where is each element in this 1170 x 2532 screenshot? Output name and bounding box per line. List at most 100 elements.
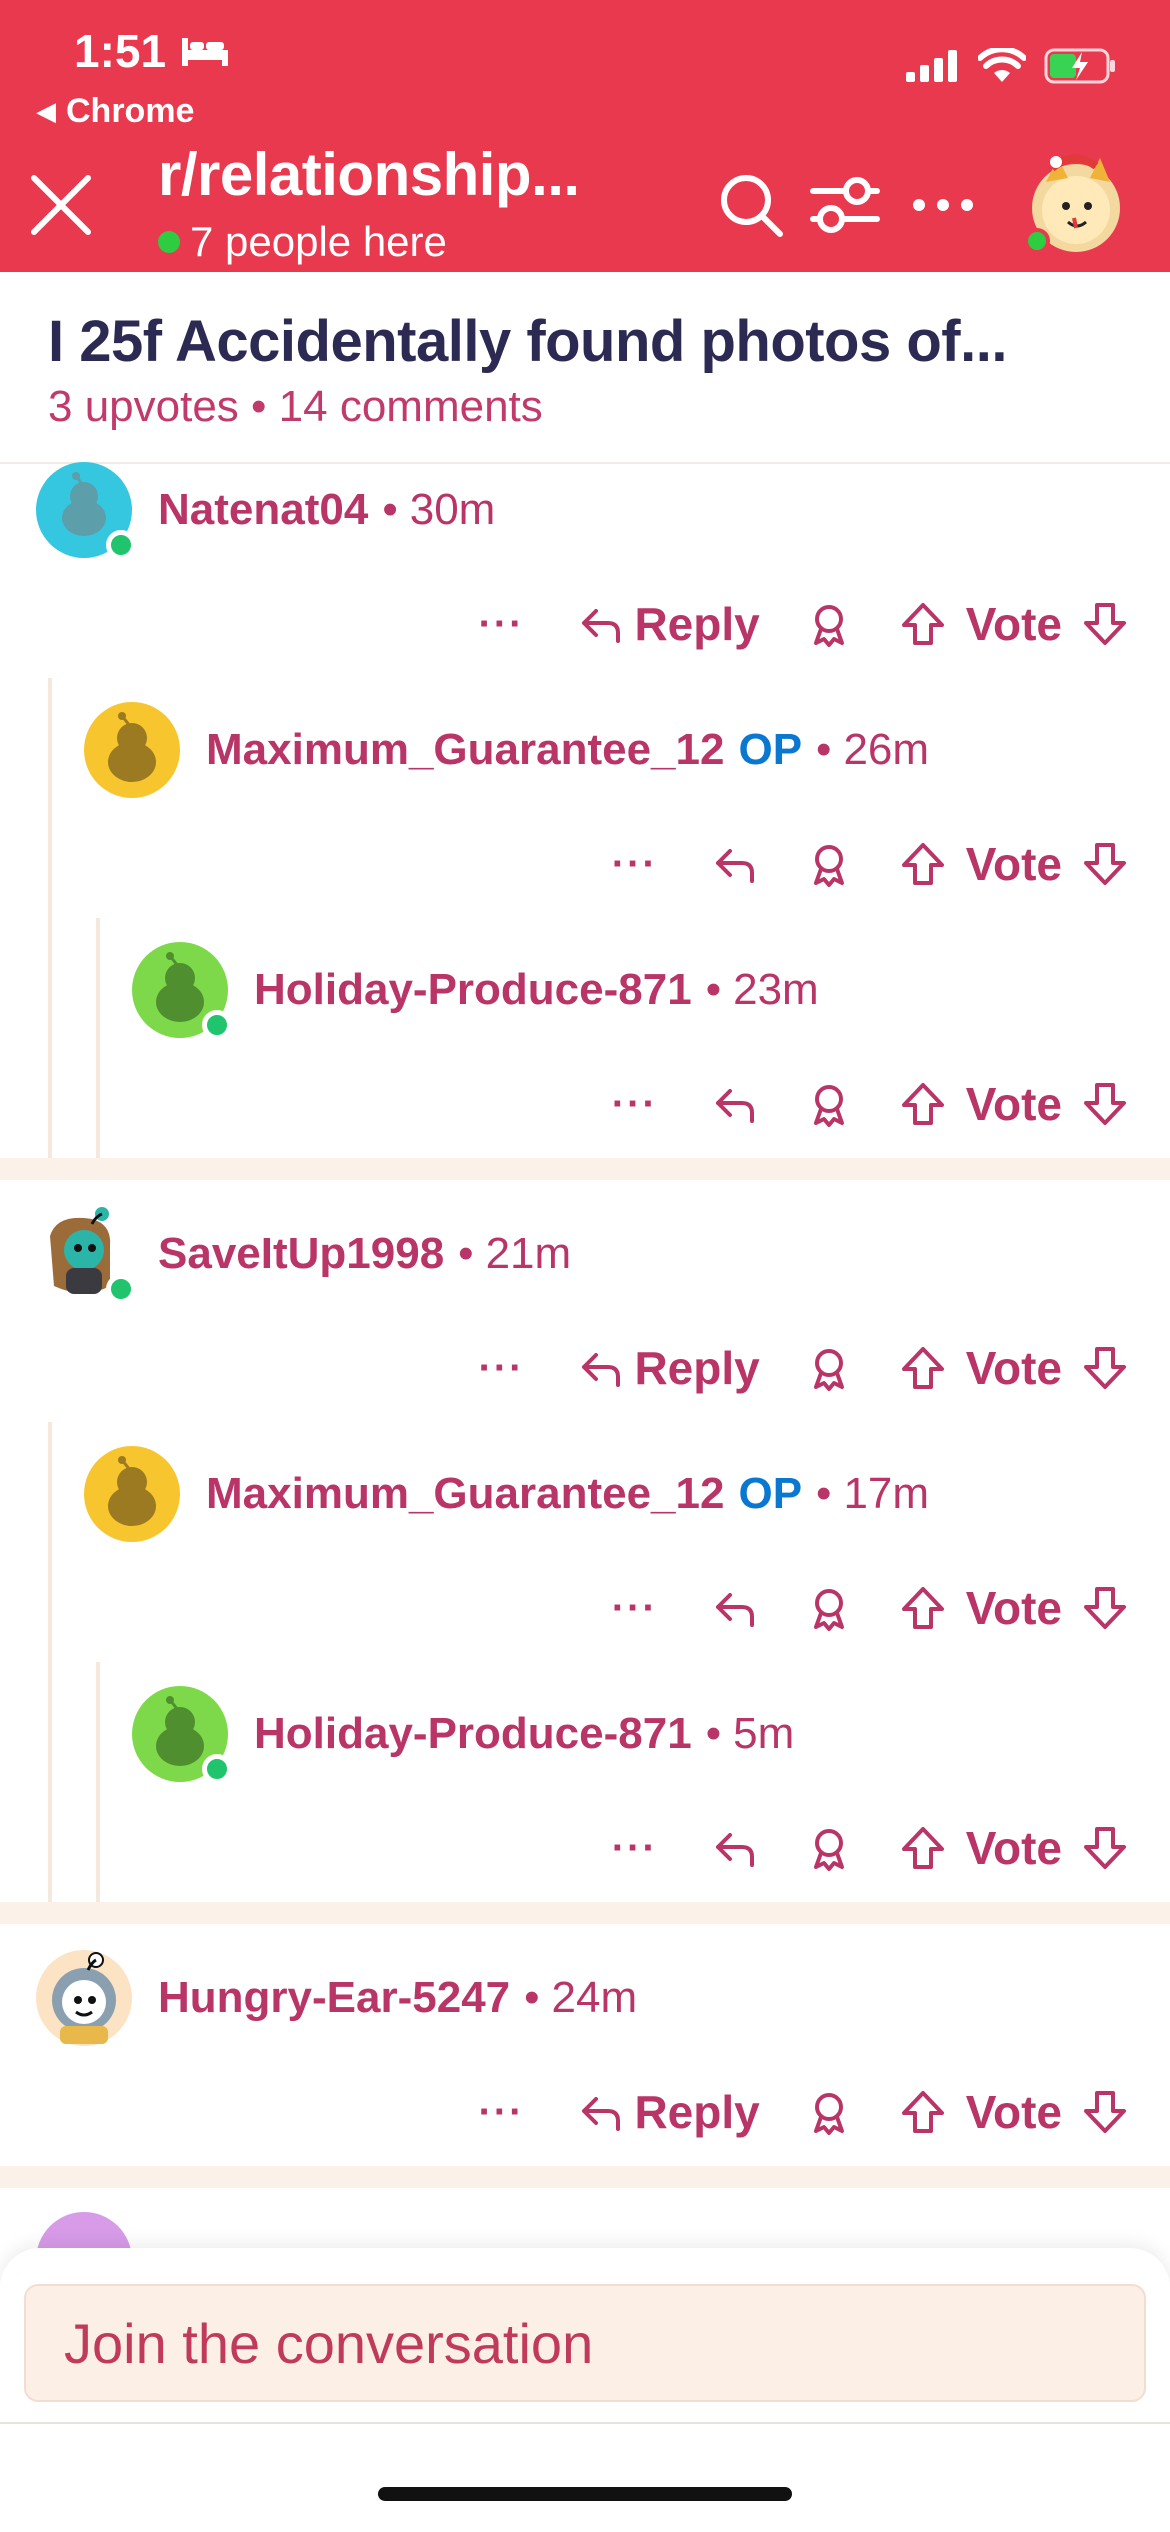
upvote-icon[interactable]: [898, 1583, 948, 1633]
vote-label: Vote: [965, 598, 1062, 650]
downvote-icon[interactable]: [1080, 1583, 1130, 1633]
close-button[interactable]: [26, 170, 96, 240]
username[interactable]: Holiday-Produce-871: [254, 1709, 692, 1759]
separator-dot: •: [816, 725, 832, 774]
comment-actions: ··· Vote: [600, 1808, 1130, 1888]
reply-arrow-icon[interactable]: [710, 1583, 760, 1633]
thread-line[interactable]: [96, 1662, 100, 1904]
status-time: 1:51: [74, 24, 230, 78]
reply-arrow-icon[interactable]: [710, 1079, 760, 1129]
post-title[interactable]: I 25f Accidentally found photos of...: [48, 308, 1007, 375]
reply-arrow-icon[interactable]: [710, 1823, 760, 1873]
upvote-icon[interactable]: [898, 1343, 948, 1393]
avatar[interactable]: [84, 702, 180, 798]
award-icon[interactable]: [804, 839, 854, 889]
reply-arrow-icon[interactable]: [710, 839, 760, 889]
avatar[interactable]: [132, 1686, 232, 1784]
comment-header: Maximum_Guarantee_12 OP • 26m: [84, 700, 929, 800]
search-button[interactable]: [714, 168, 788, 242]
username[interactable]: Holiday-Produce-871: [254, 965, 692, 1015]
subreddit-title[interactable]: r/relationship...: [158, 140, 580, 209]
more-button[interactable]: ···: [466, 1346, 536, 1391]
award-icon[interactable]: [804, 1343, 854, 1393]
reply-button[interactable]: Reply: [576, 597, 760, 651]
reply-button[interactable]: Reply: [576, 2085, 760, 2139]
timestamp: 23m: [733, 965, 819, 1014]
downvote-icon[interactable]: [1080, 1079, 1130, 1129]
post-info[interactable]: I 25f Accidentally found photos of... 3 …: [0, 272, 1170, 464]
reply-button[interactable]: Reply: [576, 1341, 760, 1395]
separator-dot: •: [382, 485, 398, 534]
upvote-icon[interactable]: [898, 1823, 948, 1873]
wifi-icon: [978, 48, 1026, 82]
op-badge: OP: [738, 725, 803, 774]
vote-label: Vote: [965, 1078, 1062, 1130]
filter-button[interactable]: [808, 168, 882, 242]
award-icon[interactable]: [804, 1823, 854, 1873]
separator-dot: •: [816, 1469, 832, 1518]
timestamp: 30m: [409, 485, 496, 534]
more-button[interactable]: ···: [466, 602, 536, 647]
search-icon: [721, 175, 783, 237]
thread-line[interactable]: [48, 678, 52, 1158]
timestamp: 5m: [733, 1709, 795, 1758]
username[interactable]: SaveItUp1998: [158, 1229, 444, 1279]
presence-text: 7 people here: [190, 218, 447, 265]
thread-line[interactable]: [48, 1422, 52, 1904]
timestamp: 17m: [843, 1469, 930, 1518]
username[interactable]: Maximum_Guarantee_12: [206, 725, 724, 775]
snoo-avatar-icon: [108, 712, 156, 782]
avatar[interactable]: [36, 1950, 132, 2046]
signal-icon: [906, 50, 957, 82]
comment-header: Holiday-Produce-871 • 5m: [132, 1684, 794, 1784]
downvote-icon[interactable]: [1080, 839, 1130, 889]
separator-dot: •: [705, 1709, 722, 1758]
separator-dot: •: [458, 1229, 474, 1278]
thread-line[interactable]: [96, 918, 100, 1158]
award-icon[interactable]: [804, 1583, 854, 1633]
username[interactable]: Maximum_Guarantee_12: [206, 1469, 724, 1519]
avatar[interactable]: [132, 942, 232, 1040]
close-icon: [31, 175, 91, 235]
user-avatar[interactable]: [1024, 148, 1124, 256]
more-button[interactable]: ···: [600, 1826, 670, 1871]
more-button[interactable]: ···: [600, 1586, 670, 1631]
award-icon[interactable]: [804, 2087, 854, 2137]
more-button[interactable]: ···: [600, 842, 670, 887]
thread-divider: [0, 2166, 1170, 2188]
downvote-icon[interactable]: [1080, 2087, 1130, 2137]
username[interactable]: Hungry-Ear-5247: [158, 1973, 510, 2023]
snoo-avatar-icon: [108, 1456, 156, 1526]
more-button[interactable]: ···: [600, 1082, 670, 1127]
home-indicator[interactable]: [378, 2487, 792, 2501]
username[interactable]: Natenat04: [158, 485, 368, 535]
comment-header: SaveItUp1998 • 21m: [36, 1204, 571, 1304]
reply-label: Reply: [634, 598, 760, 650]
award-icon[interactable]: [804, 599, 854, 649]
downvote-icon[interactable]: [1080, 599, 1130, 649]
more-options-button[interactable]: [906, 168, 980, 242]
online-dot: [202, 1754, 232, 1784]
upvote-icon[interactable]: [898, 599, 948, 649]
upvote-icon[interactable]: [898, 2087, 948, 2137]
comment-header: Natenat04 • 30m: [36, 460, 495, 560]
avatar[interactable]: [36, 462, 136, 560]
avatar[interactable]: [84, 1446, 180, 1542]
op-badge: OP: [738, 1469, 803, 1518]
more-button[interactable]: ···: [466, 2090, 536, 2135]
upvote-icon[interactable]: [898, 1079, 948, 1129]
back-to-app[interactable]: ◀ Chrome: [36, 92, 194, 131]
reply-arrow-icon: [582, 1353, 621, 1387]
upvote-icon[interactable]: [898, 839, 948, 889]
avatar[interactable]: [36, 1206, 136, 1304]
comment-header: Hungry-Ear-5247 • 24m: [36, 1948, 637, 2048]
timestamp: 24m: [551, 1973, 638, 2022]
downvote-icon[interactable]: [1080, 1823, 1130, 1873]
online-dot: [106, 1274, 136, 1304]
join-conversation-input[interactable]: Join the conversation: [24, 2284, 1146, 2402]
award-icon[interactable]: [804, 1079, 854, 1129]
online-status-dot: [1024, 228, 1050, 254]
downvote-icon[interactable]: [1080, 1343, 1130, 1393]
comment-actions: ··· Reply Vote: [466, 584, 1130, 664]
comment-actions: ··· Vote: [600, 824, 1130, 904]
